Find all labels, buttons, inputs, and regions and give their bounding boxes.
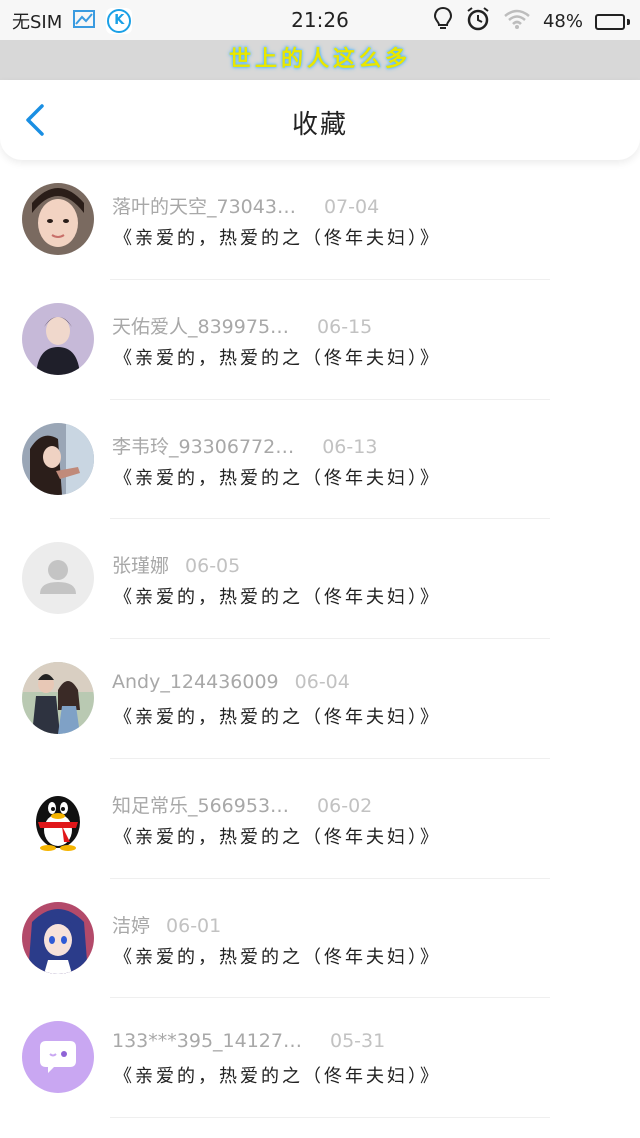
favorite-title: 《亲爱的，热爱的之（佟年夫妇）》 <box>114 587 441 609</box>
user-avatar[interactable] <box>22 183 94 255</box>
user-avatar[interactable] <box>22 422 94 495</box>
user-avatar[interactable] <box>22 542 94 615</box>
user-name: 落叶的天空_73043… <box>112 196 296 218</box>
favorite-title: 《亲爱的，热爱的之（佟年夫妇）》 <box>114 946 441 968</box>
favorites-list: 落叶的天空_73043… 07-04 《亲爱的，热爱的之（佟年夫妇）》 天佑爱人_… <box>0 160 640 1118</box>
item-date: 06-13 <box>322 435 378 458</box>
favorite-title: 《亲爱的，热爱的之（佟年夫妇）》 <box>114 228 441 249</box>
item-meta: 洁婷 06-01 <box>112 911 221 938</box>
list-item[interactable]: 知足常乐_566953… 06-02 《亲爱的，热爱的之（佟年夫妇）》 <box>0 759 640 879</box>
list-item[interactable]: 天佑爱人_839975… 06-15 《亲爱的，热爱的之（佟年夫妇）》 <box>0 280 640 400</box>
list-item[interactable]: 张瑾娜 06-05 《亲爱的，热爱的之（佟年夫妇）》 <box>0 519 640 639</box>
list-item[interactable]: 133***395_14127… 05-31 《亲爱的，热爱的之（佟年夫妇）》 <box>0 998 640 1118</box>
item-meta: 落叶的天空_73043… 07-04 <box>112 192 379 219</box>
item-meta: 李韦玲_93306772… 06-13 <box>112 432 377 459</box>
user-avatar[interactable] <box>22 901 94 974</box>
item-meta: 知足常乐_566953… 06-02 <box>112 791 372 818</box>
list-item[interactable]: 李韦玲_93306772… 06-13 《亲爱的，热爱的之（佟年夫妇）》 <box>0 400 640 520</box>
penguin-icon <box>22 781 94 854</box>
user-name: Andy_124436009 <box>112 671 279 693</box>
item-date: 06-01 <box>166 914 222 937</box>
user-avatar[interactable] <box>22 302 94 375</box>
default-person-icon <box>22 542 94 615</box>
wifi-icon <box>503 8 531 35</box>
favorite-title: 《亲爱的，热爱的之（佟年夫妇）》 <box>114 707 441 728</box>
user-name: 张瑾娜 <box>112 555 170 578</box>
status-bar: 无SIM K 21:26 48% <box>0 0 640 40</box>
item-date: 05-31 <box>329 1030 386 1053</box>
user-name: 133***395_14127… <box>112 1030 302 1053</box>
item-meta: Andy_124436009 06-04 <box>112 671 350 693</box>
item-date: 06-05 <box>185 555 241 578</box>
item-meta: 张瑾娜 06-05 <box>112 551 240 578</box>
chat-bubble-icon <box>22 1021 94 1094</box>
item-date: 06-02 <box>317 794 373 817</box>
header: 收藏 <box>0 80 640 160</box>
user-avatar[interactable] <box>22 662 94 734</box>
divider <box>110 1117 550 1118</box>
item-meta: 133***395_14127… 05-31 <box>112 1030 385 1052</box>
battery-percent: 48% <box>542 11 583 32</box>
user-name: 洁婷 <box>112 914 151 937</box>
banner-text: 世上的人这么多 <box>0 40 640 80</box>
favorite-title: 《亲爱的，热爱的之（佟年夫妇）》 <box>114 826 441 848</box>
user-name: 知足常乐_566953… <box>112 794 290 817</box>
user-name: 李韦玲_93306772… <box>112 435 295 458</box>
favorite-title: 《亲爱的，热爱的之（佟年夫妇）》 <box>114 347 441 369</box>
bulb-icon <box>433 6 453 37</box>
alarm-icon <box>465 6 491 37</box>
battery-icon <box>595 13 630 30</box>
user-name: 天佑爱人_839975… <box>112 315 290 338</box>
item-date: 06-15 <box>317 315 373 338</box>
user-avatar[interactable] <box>22 1021 94 1094</box>
user-avatar[interactable] <box>22 781 94 854</box>
list-item[interactable]: 落叶的天空_73043… 07-04 《亲爱的，热爱的之（佟年夫妇）》 <box>0 160 640 280</box>
list-item[interactable]: 洁婷 06-01 《亲爱的，热爱的之（佟年夫妇）》 <box>0 879 640 999</box>
item-meta: 天佑爱人_839975… 06-15 <box>112 312 372 339</box>
favorite-title: 《亲爱的，热爱的之（佟年夫妇）》 <box>114 1066 441 1088</box>
item-date: 06-04 <box>294 671 350 693</box>
list-item[interactable]: Andy_124436009 06-04 《亲爱的，热爱的之（佟年夫妇）》 <box>0 639 640 759</box>
page-title: 收藏 <box>291 110 348 140</box>
status-right: 48% <box>433 6 630 37</box>
favorite-title: 《亲爱的，热爱的之（佟年夫妇）》 <box>114 467 441 489</box>
item-date: 07-04 <box>323 196 380 218</box>
